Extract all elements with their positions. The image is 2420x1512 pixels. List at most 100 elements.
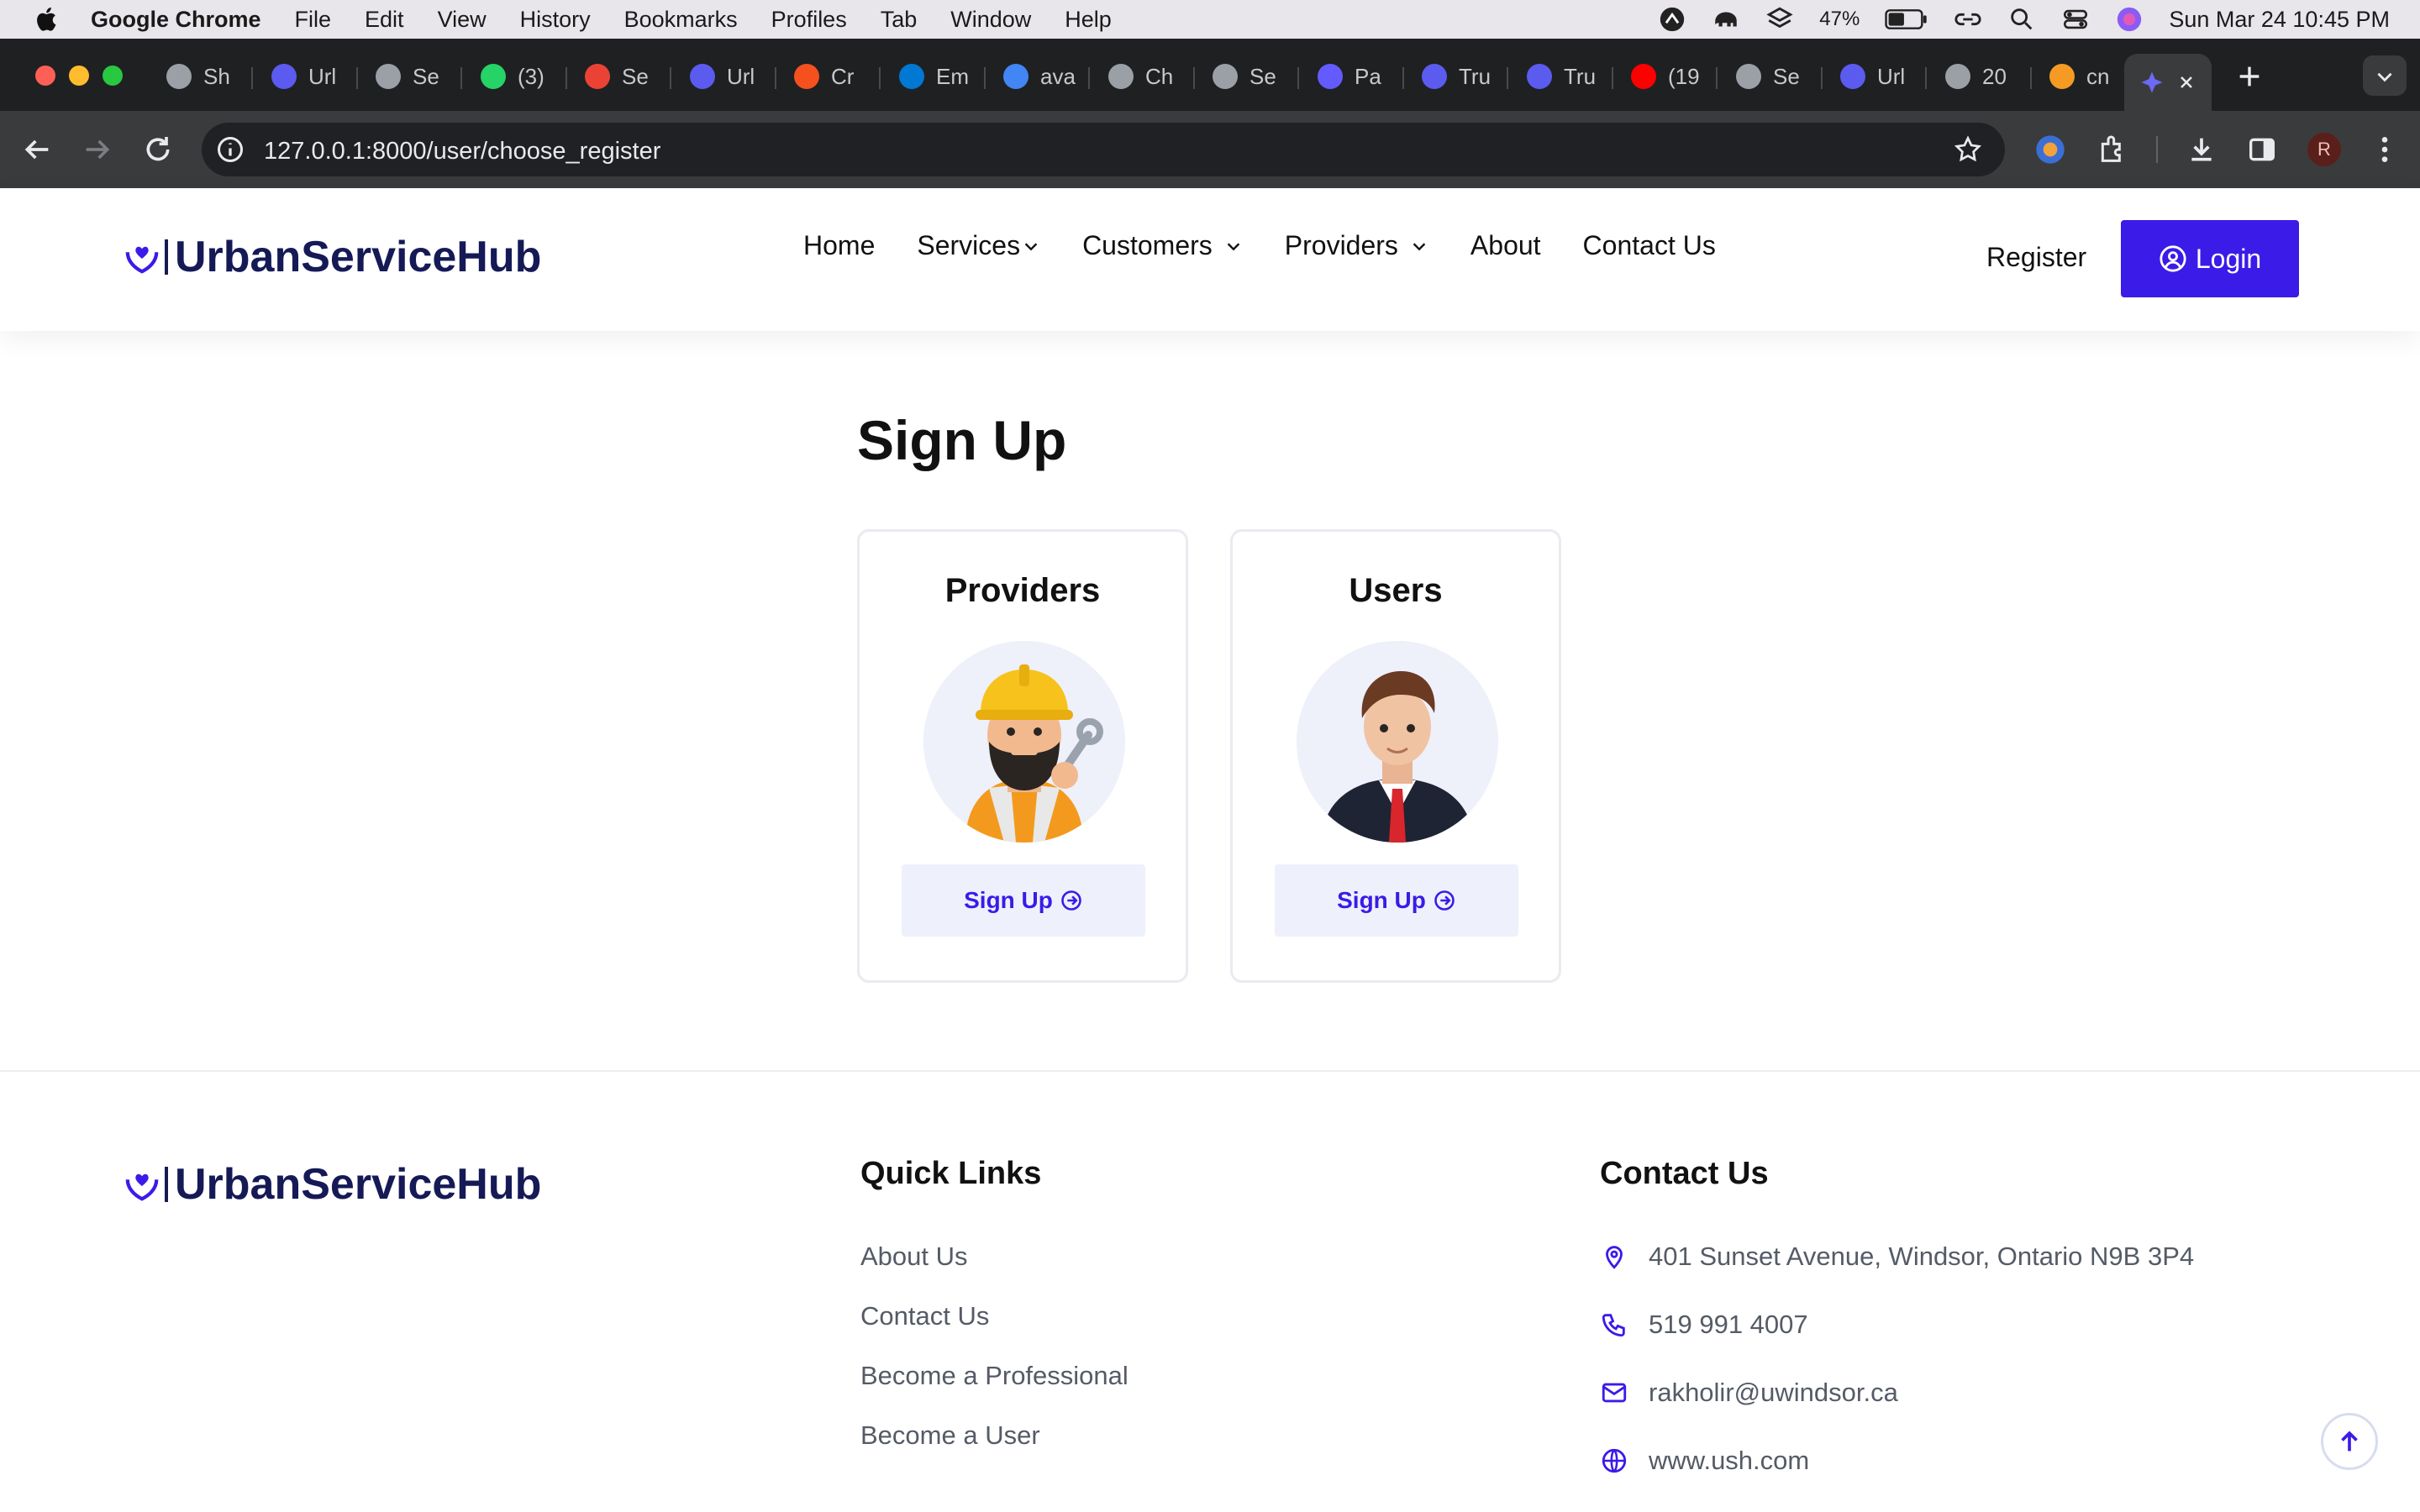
- browser-tab[interactable]: Se: [360, 54, 439, 99]
- profile-avatar[interactable]: R: [2307, 133, 2341, 166]
- browser-tab[interactable]: (19: [1616, 54, 1700, 99]
- footer-divider: [0, 1070, 2420, 1072]
- menu-app-name[interactable]: Google Chrome: [91, 7, 261, 33]
- tab-active[interactable]: [2124, 54, 2212, 111]
- link-icon[interactable]: [1954, 5, 1982, 34]
- main-nav: Home Services Customers Providers About …: [803, 230, 1716, 261]
- browser-tab[interactable]: Ch: [1093, 54, 1173, 99]
- login-button[interactable]: Login: [2121, 220, 2299, 297]
- contact-email: rakholir@uwindsor.ca: [1600, 1378, 1898, 1408]
- phone-icon: [1602, 1314, 1625, 1337]
- worker-avatar: [923, 641, 1125, 843]
- menu-window[interactable]: Window: [950, 7, 1031, 33]
- nav-about[interactable]: About: [1470, 230, 1541, 261]
- footer-link-become-user[interactable]: Become a User: [860, 1420, 1040, 1451]
- website-text[interactable]: www.ush.com: [1649, 1446, 1809, 1476]
- tab-separator: [1506, 67, 1508, 89]
- footer-link-about[interactable]: About Us: [860, 1242, 968, 1272]
- siri-icon[interactable]: [2115, 5, 2144, 34]
- users-signup-button[interactable]: Sign Up: [1275, 864, 1518, 937]
- minimize-window-button[interactable]: [69, 66, 89, 86]
- site-logo[interactable]: UrbanServiceHub: [123, 232, 541, 282]
- businessman-illustration: [1322, 671, 1473, 843]
- more-menu-icon[interactable]: [2368, 133, 2402, 166]
- menu-edit[interactable]: Edit: [365, 7, 404, 33]
- extension-icon[interactable]: [2033, 133, 2067, 166]
- menu-view[interactable]: View: [438, 7, 487, 33]
- browser-tab[interactable]: Em: [884, 54, 969, 99]
- clock[interactable]: Sun Mar 24 10:45 PM: [2169, 7, 2390, 33]
- register-link[interactable]: Register: [1986, 242, 2086, 273]
- globe-icon: [1736, 64, 1761, 89]
- browser-tab[interactable]: Tru: [1407, 54, 1491, 99]
- footer-link-become-professional[interactable]: Become a Professional: [860, 1361, 1128, 1391]
- site-info-icon[interactable]: [215, 134, 245, 165]
- url-text[interactable]: 127.0.0.1:8000/user/choose_register: [264, 138, 660, 165]
- browser-tab[interactable]: cn: [2034, 54, 2109, 99]
- menu-help[interactable]: Help: [1065, 7, 1112, 33]
- download-icon[interactable]: [2185, 133, 2218, 166]
- nav-services[interactable]: Services: [917, 230, 1040, 261]
- browser-tab[interactable]: Url: [1825, 54, 1905, 99]
- bookmark-star-icon[interactable]: [1953, 134, 1983, 165]
- browser-tab[interactable]: Url: [675, 54, 755, 99]
- contact-website: www.ush.com: [1600, 1446, 1809, 1476]
- whatsapp-icon: [481, 64, 506, 89]
- address-bar[interactable]: 127.0.0.1:8000/user/choose_register: [202, 123, 2005, 176]
- browser-tab[interactable]: Tru: [1512, 54, 1596, 99]
- apple-icon[interactable]: [32, 4, 62, 34]
- browser-tab[interactable]: Cr: [779, 54, 854, 99]
- control-center-icon[interactable]: [2061, 5, 2090, 34]
- menu-file[interactable]: File: [295, 7, 332, 33]
- battery-icon[interactable]: [1885, 5, 1928, 34]
- zoom-window-button[interactable]: [103, 66, 123, 86]
- browser-tab[interactable]: 20: [1930, 54, 2007, 99]
- nav-providers[interactable]: Providers: [1285, 230, 1428, 261]
- footer-logo[interactable]: UrbanServiceHub: [123, 1159, 541, 1210]
- browser-tab[interactable]: ava: [988, 54, 1076, 99]
- menu-history[interactable]: History: [520, 7, 591, 33]
- tab-separator: [669, 67, 671, 89]
- diamond-icon: [1422, 64, 1447, 89]
- tab-separator: [774, 67, 776, 89]
- nav-contact[interactable]: Contact Us: [1583, 230, 1716, 261]
- menu-tab[interactable]: Tab: [881, 7, 918, 33]
- browser-tab[interactable]: Url: [256, 54, 336, 99]
- tab-search-button[interactable]: [2363, 55, 2407, 96]
- card-title: Users: [1349, 572, 1443, 609]
- email-text[interactable]: rakholir@uwindsor.ca: [1649, 1378, 1898, 1408]
- browser-tab[interactable]: Sh: [151, 54, 230, 99]
- location-pin-icon: [1606, 1246, 1623, 1269]
- nav-home[interactable]: Home: [803, 230, 875, 261]
- new-tab-icon[interactable]: [2235, 62, 2264, 91]
- extensions-puzzle-icon[interactable]: [2096, 133, 2129, 166]
- menu-bookmarks[interactable]: Bookmarks: [624, 7, 738, 33]
- close-window-button[interactable]: [35, 66, 55, 86]
- providers-signup-button[interactable]: Sign Up: [902, 864, 1145, 937]
- forward-icon[interactable]: [81, 133, 114, 166]
- browser-tab[interactable]: Pa: [1302, 54, 1381, 99]
- browser-tab[interactable]: Se: [1197, 54, 1276, 99]
- browser-tab[interactable]: (3): [466, 54, 544, 99]
- nav-customers[interactable]: Customers: [1082, 230, 1243, 261]
- back-icon[interactable]: [20, 133, 54, 166]
- elephant-icon[interactable]: [1712, 5, 1740, 34]
- users-card: Users Sign Up: [1230, 529, 1561, 983]
- status-app-icon[interactable]: [1658, 5, 1686, 34]
- logo-divider: [165, 1167, 168, 1202]
- brand-name: UrbanServiceHub: [175, 1160, 542, 1209]
- browser-tab[interactable]: Se: [570, 54, 649, 99]
- tab-title: Se: [1249, 63, 1276, 89]
- tab-title: Tru: [1564, 63, 1597, 89]
- side-panel-icon[interactable]: [2245, 133, 2279, 166]
- reload-icon[interactable]: [141, 133, 175, 166]
- footer-link-contact[interactable]: Contact Us: [860, 1301, 989, 1331]
- close-tab-icon[interactable]: [2176, 72, 2196, 92]
- search-icon[interactable]: [2007, 5, 2036, 34]
- browser-tab[interactable]: Se: [1721, 54, 1800, 99]
- layers-icon[interactable]: [1765, 5, 1794, 34]
- tab-separator: [1087, 67, 1090, 89]
- menu-profiles[interactable]: Profiles: [771, 7, 847, 33]
- scroll-to-top-button[interactable]: [2321, 1413, 2378, 1470]
- phone-text[interactable]: 519 991 4007: [1649, 1310, 1808, 1340]
